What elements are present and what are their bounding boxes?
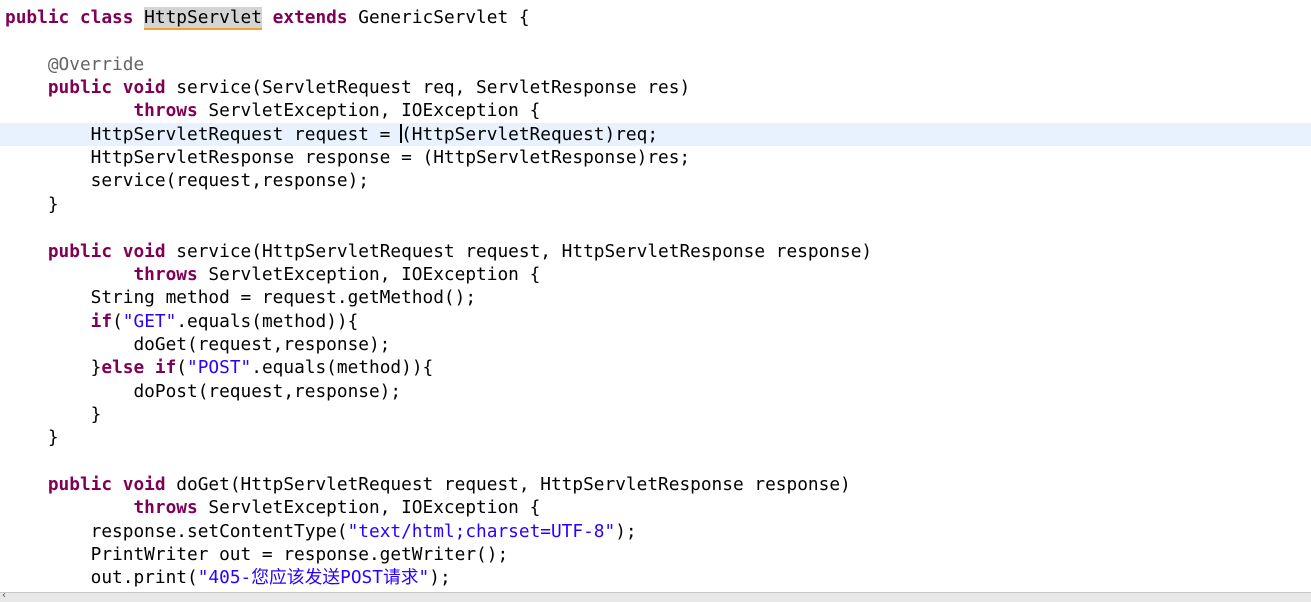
code-token: .equals(method)){ — [176, 310, 359, 332]
code-line[interactable]: } — [0, 426, 1311, 449]
code-line[interactable]: throws ServletException, IOException { — [0, 263, 1311, 286]
highlighted-class-name: HttpServlet — [144, 7, 262, 30]
code-line[interactable]: } — [0, 193, 1311, 216]
code-token: HttpServletResponse response = (HttpServ… — [5, 147, 691, 169]
code-token: service(request,response); — [5, 170, 369, 192]
keyword-token: if — [90, 310, 113, 332]
code-line[interactable]: doGet(request,response); — [0, 333, 1311, 356]
code-line[interactable]: public void service(HttpServletRequest r… — [0, 240, 1311, 263]
code-token: } — [5, 403, 102, 425]
code-token: } — [5, 357, 102, 379]
keyword-token: throws — [133, 263, 198, 285]
code-token: doGet(request,response); — [5, 333, 391, 355]
code-token: doPost(request,response); — [5, 380, 402, 402]
code-token: GenericServlet { — [347, 7, 530, 28]
code-line[interactable]: throws ServletException, IOException { — [0, 496, 1311, 519]
keyword-token: extends — [272, 7, 348, 28]
chevron-left-icon[interactable]: ‹ — [2, 590, 6, 601]
keyword-token: public void — [47, 77, 166, 99]
code-token: ServletException, IOException { — [197, 497, 541, 519]
horizontal-scrollbar[interactable]: ‹ — [0, 590, 1311, 602]
code-token: ServletException, IOException { — [197, 263, 541, 285]
code-line[interactable]: PrintWriter out = response.getWriter(); — [0, 543, 1311, 566]
code-token: response.setContentType( — [5, 520, 348, 542]
code-line[interactable] — [0, 450, 1311, 473]
code-line[interactable]: public void service(ServletRequest req, … — [0, 76, 1311, 99]
string-literal-token: "GET" — [122, 310, 177, 332]
string-literal-token: "text/html;charset=UTF-8" — [347, 520, 616, 542]
code-token: HttpServletRequest request = — [5, 123, 402, 145]
code-token: doGet(HttpServletRequest request, HttpSe… — [165, 474, 851, 495]
keyword-token: throws — [133, 497, 198, 519]
code-line[interactable]: HttpServletRequest request = (HttpServle… — [0, 122, 1311, 146]
code-line[interactable]: String method = request.getMethod(); — [0, 286, 1311, 309]
code-line[interactable]: }else if("POST".equals(method)){ — [0, 356, 1311, 379]
string-literal-token: "405-您应该发送POST请求" — [197, 567, 430, 589]
keyword-token: public void — [47, 240, 166, 262]
code-line[interactable] — [0, 29, 1311, 52]
code-token: (HttpServletRequest)req; — [401, 123, 659, 145]
code-token: .equals(method)){ — [251, 357, 434, 379]
string-literal-token: "POST" — [187, 357, 252, 379]
code-line[interactable]: HttpServletResponse response = (HttpServ… — [0, 146, 1311, 169]
code-token: ServletException, IOException { — [197, 100, 541, 122]
keyword-token: throws — [133, 100, 198, 122]
code-line[interactable]: if("GET".equals(method)){ — [0, 310, 1311, 333]
code-line[interactable] — [0, 216, 1311, 239]
code-line[interactable]: response.setContentType("text/html;chars… — [0, 520, 1311, 543]
code-token: PrintWriter out = response.getWriter(); — [5, 544, 509, 566]
code-line[interactable]: @Override — [0, 53, 1311, 76]
keyword-token: public void — [47, 474, 166, 495]
code-line[interactable]: out.print("405-您应该发送POST请求"); — [0, 566, 1311, 589]
code-token: } — [5, 193, 59, 215]
code-token: ); — [615, 520, 637, 542]
code-token: ); — [429, 567, 451, 589]
keyword-token: public class — [5, 7, 145, 28]
code-token: service(HttpServletRequest request, Http… — [165, 240, 873, 262]
annotation-token: @Override — [47, 53, 145, 75]
code-token: String method = request.getMethod(); — [5, 287, 477, 309]
code-token: service(ServletRequest req, ServletRespo… — [165, 77, 691, 99]
code-token: } — [5, 427, 59, 449]
code-editor[interactable]: public class HttpServlet extends Generic… — [0, 0, 1311, 595]
code-line[interactable]: throws ServletException, IOException { — [0, 99, 1311, 122]
code-token: ( — [176, 357, 188, 379]
code-line[interactable]: } — [0, 403, 1311, 426]
code-line[interactable]: doPost(request,response); — [0, 380, 1311, 403]
code-token: ( — [112, 310, 123, 332]
code-token: out.print( — [5, 567, 198, 589]
keyword-token: else if — [101, 357, 177, 379]
code-line[interactable]: public void doGet(HttpServletRequest req… — [0, 473, 1311, 496]
code-line[interactable]: public class HttpServlet extends Generic… — [0, 6, 1311, 30]
code-line[interactable]: service(request,response); — [0, 169, 1311, 192]
